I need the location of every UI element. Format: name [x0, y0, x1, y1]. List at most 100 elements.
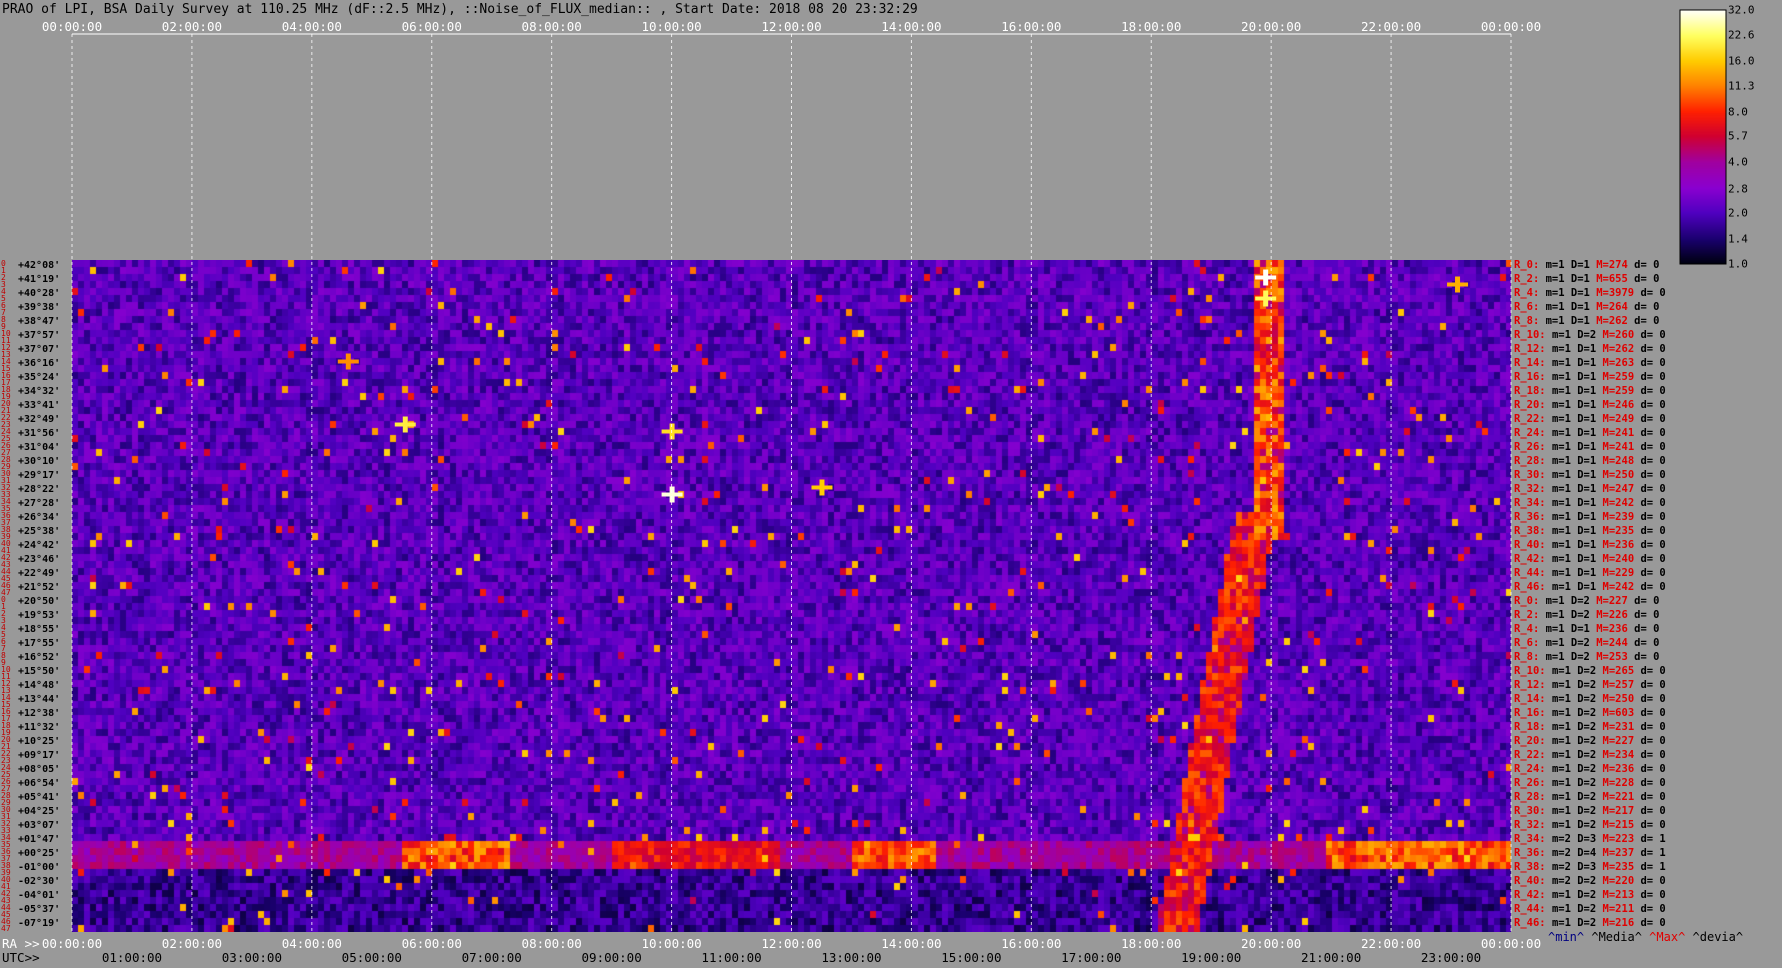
declination-label: +26°34' — [18, 512, 61, 523]
row-stat-d: D=2 — [1570, 637, 1597, 649]
row-stat-dv: d= 0 — [1640, 777, 1666, 789]
row-stat-M: M=226 — [1596, 609, 1635, 621]
row-stat-m: m=1 — [1551, 343, 1578, 355]
row-stat-r: R_26: — [1514, 441, 1552, 453]
row-stat-m: m=1 — [1551, 889, 1578, 901]
row-stat-r: R_20: — [1514, 399, 1552, 411]
ra-tick-label: 18:00:00 — [1121, 936, 1182, 951]
row-stat-dv: d= 0 — [1640, 343, 1666, 355]
row-stat-dv: d= 0 — [1634, 315, 1660, 327]
row-stat-M: M=236 — [1602, 539, 1641, 551]
row-stat-m: m=1 — [1545, 595, 1571, 607]
declination-label: -04°01' — [18, 890, 61, 901]
row-stat-M: M=250 — [1602, 469, 1641, 481]
row-stat-M: M=221 — [1602, 791, 1641, 803]
utc-tick-label: 23:00:00 — [1420, 950, 1482, 965]
colorbar — [1680, 10, 1726, 264]
row-stat: R_8: m=1 D=1 M=262 d= 0 — [1514, 316, 1659, 327]
row-stat-dv: d= 0 — [1640, 707, 1666, 719]
row-stat-dv: d= 1 — [1640, 861, 1666, 873]
declination-label: +06°54' — [18, 778, 61, 789]
row-stat-dv: d= 0 — [1634, 301, 1660, 313]
row-stat: R_46: m=1 D=2 M=216 d= 0 — [1514, 918, 1666, 929]
row-stat: R_42: m=1 D=1 M=240 d= 0 — [1514, 554, 1666, 565]
row-stat-M: M=240 — [1602, 553, 1641, 565]
row-stat-m: m=1 — [1545, 287, 1571, 299]
row-stat-r: R_28: — [1514, 791, 1552, 803]
declination-label: +21°52' — [18, 582, 61, 593]
row-stat-M: M=264 — [1596, 301, 1635, 313]
row-stat-M: M=247 — [1602, 483, 1641, 495]
declination-label: +10°25' — [18, 736, 61, 747]
row-stat-r: R_6: — [1514, 637, 1546, 649]
row-stat-r: R_34: — [1514, 497, 1552, 509]
row-stat: R_0: m=1 D=2 M=227 d= 0 — [1514, 596, 1659, 607]
row-stat-m: m=1 — [1545, 315, 1571, 327]
row-stat: R_12: m=1 D=2 M=257 d= 0 — [1514, 680, 1666, 691]
bright-source-cross-7 — [1447, 282, 1469, 287]
row-stat: R_2: m=1 D=2 M=226 d= 0 — [1514, 610, 1659, 621]
utc-tick-label: 01:00:00 — [101, 950, 163, 965]
stat-legend: ^min^ ^Media^ ^Max^ ^devia^ — [1548, 930, 1743, 944]
row-stat-dv: d= 0 — [1640, 441, 1666, 453]
top-tick-label: 06:00:00 — [401, 19, 462, 34]
top-tick-label: 00:00:00 — [1480, 19, 1542, 34]
row-stat-dv: d= 0 — [1640, 917, 1666, 929]
bright-source-cross-6 — [337, 359, 359, 364]
ra-tick-label: 22:00:00 — [1360, 936, 1422, 951]
row-stat-d: D=1 — [1577, 525, 1603, 537]
row-stat-dv: d= 0 — [1640, 875, 1666, 887]
row-stat-d: D=2 — [1577, 819, 1603, 831]
colorbar-tick-label: 1.0 — [1728, 257, 1748, 271]
row-stat-d: D=1 — [1577, 497, 1603, 509]
row-stat-r: R_38: — [1514, 525, 1552, 537]
row-stat: R_28: m=1 D=2 M=221 d= 0 — [1514, 792, 1666, 803]
row-stat-dv: d= 0 — [1640, 525, 1666, 537]
row-stat-d: D=2 — [1577, 791, 1603, 803]
row-stat-d: D=1 — [1577, 511, 1603, 523]
row-stat-m: m=1 — [1551, 371, 1578, 383]
row-stat: R_6: m=1 D=1 M=264 d= 0 — [1514, 302, 1659, 313]
row-stat-m: m=2 — [1551, 861, 1578, 873]
row-stat-r: R_24: — [1514, 763, 1552, 775]
row-stat-r: R_6: — [1514, 301, 1546, 313]
row-stat: R_20: m=1 D=1 M=246 d= 0 — [1514, 400, 1666, 411]
row-stat-dv: d= 0 — [1634, 595, 1660, 607]
row-stat-dv: d= 0 — [1640, 427, 1666, 439]
row-stat: R_26: m=1 D=2 M=228 d= 0 — [1514, 778, 1666, 789]
row-stat: R_4: m=1 D=1 M=236 d= 0 — [1514, 624, 1659, 635]
utc-tick-label: 15:00:00 — [941, 950, 1002, 965]
row-stat-r: R_26: — [1514, 777, 1552, 789]
row-stat-d: D=2 — [1577, 805, 1603, 817]
row-stat-m: m=2 — [1551, 847, 1578, 859]
top-tick-label: 20:00:00 — [1241, 19, 1302, 34]
declination-label: +34°32' — [18, 386, 61, 397]
row-stat-m: m=1 — [1551, 497, 1578, 509]
row-stat: R_44: m=1 D=1 M=229 d= 0 — [1514, 568, 1666, 579]
row-stat-m: m=1 — [1545, 637, 1571, 649]
row-stat-d: D=1 — [1577, 413, 1603, 425]
row-stat-m: m=1 — [1551, 679, 1578, 691]
row-stat-m: m=1 — [1551, 553, 1578, 565]
declination-label: +17°55' — [18, 638, 61, 649]
row-stat: R_16: m=1 D=2 M=603 d= 0 — [1514, 708, 1666, 719]
row-stat-m: m=1 — [1551, 707, 1578, 719]
row-stat-r: R_20: — [1514, 735, 1552, 747]
row-stat-r: R_32: — [1514, 483, 1552, 495]
row-stat: R_36: m=1 D=1 M=239 d= 0 — [1514, 512, 1666, 523]
row-stat-dv: d= 0 — [1640, 413, 1666, 425]
declination-label: +11°32' — [18, 722, 61, 733]
declination-label: +39°38' — [18, 302, 61, 313]
row-stat: R_36: m=2 D=4 M=237 d= 1 — [1514, 848, 1666, 859]
utc-tick-label: 07:00:00 — [461, 950, 522, 965]
declination-label: +09°17' — [18, 750, 61, 761]
colorbar-tick-label: 2.8 — [1728, 182, 1748, 196]
row-stat-d: D=2 — [1577, 693, 1603, 705]
row-stat-m: m=1 — [1551, 483, 1578, 495]
colorbar-tick-label: 1.4 — [1728, 232, 1748, 246]
row-stat-d: D=1 — [1577, 469, 1603, 481]
row-stat-M: M=241 — [1602, 427, 1641, 439]
row-stat-M: M=274 — [1596, 259, 1635, 271]
top-tick-label: 14:00:00 — [881, 19, 942, 34]
utc-tick-label: 21:00:00 — [1301, 950, 1362, 965]
